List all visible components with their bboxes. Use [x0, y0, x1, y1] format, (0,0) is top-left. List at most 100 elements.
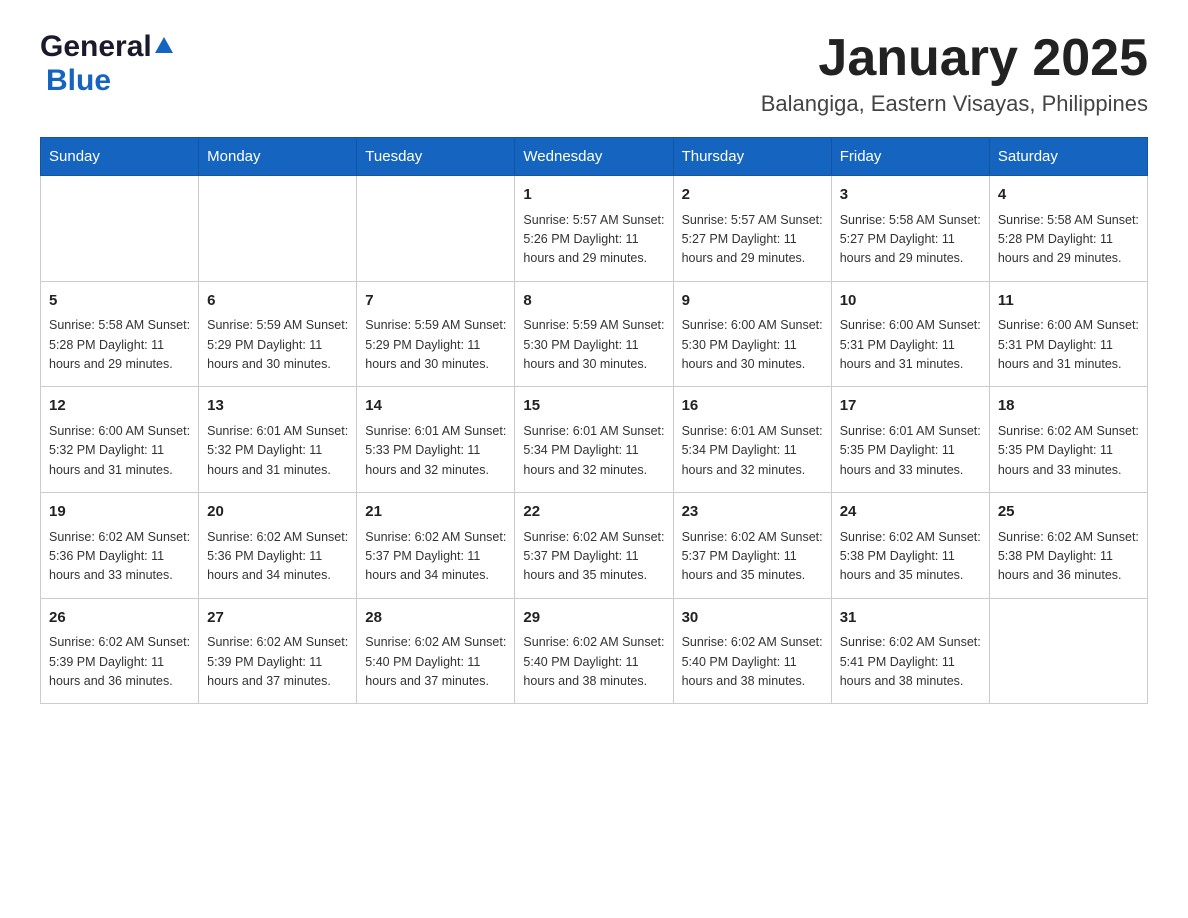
- location-title: Balangiga, Eastern Visayas, Philippines: [761, 91, 1148, 117]
- day-info: Sunrise: 5:57 AM Sunset: 5:27 PM Dayligh…: [682, 211, 823, 269]
- day-info: Sunrise: 6:00 AM Sunset: 5:31 PM Dayligh…: [998, 316, 1139, 374]
- calendar-day-header: Tuesday: [357, 138, 515, 176]
- day-number: 10: [840, 290, 981, 313]
- calendar-cell: 11 Sunrise: 6:00 AM Sunset: 5:31 PM Dayli…: [989, 281, 1147, 387]
- day-number: 13: [207, 395, 348, 418]
- day-number: 23: [682, 501, 823, 524]
- calendar-week-row: 1 Sunrise: 5:57 AM Sunset: 5:26 PM Daylig…: [41, 176, 1148, 282]
- calendar-day-header: Wednesday: [515, 138, 673, 176]
- calendar-day-header: Monday: [199, 138, 357, 176]
- month-title: January 2025: [761, 30, 1148, 87]
- day-info: Sunrise: 5:58 AM Sunset: 5:27 PM Dayligh…: [840, 211, 981, 269]
- calendar-cell: 12 Sunrise: 6:00 AM Sunset: 5:32 PM Dayli…: [41, 387, 199, 493]
- day-info: Sunrise: 5:58 AM Sunset: 5:28 PM Dayligh…: [49, 316, 190, 374]
- day-info: Sunrise: 5:58 AM Sunset: 5:28 PM Dayligh…: [998, 211, 1139, 269]
- day-info: Sunrise: 6:01 AM Sunset: 5:32 PM Dayligh…: [207, 422, 348, 480]
- calendar-cell: 19 Sunrise: 6:02 AM Sunset: 5:36 PM Dayli…: [41, 493, 199, 599]
- calendar-cell: 2 Sunrise: 5:57 AM Sunset: 5:27 PM Daylig…: [673, 176, 831, 282]
- day-number: 1: [523, 184, 664, 207]
- day-info: Sunrise: 6:02 AM Sunset: 5:36 PM Dayligh…: [49, 528, 190, 586]
- calendar-cell: 24Sunrise: 6:02 AM Sunset: 5:38 PM Dayli…: [831, 493, 989, 599]
- day-number: 31: [840, 607, 981, 630]
- day-info: Sunrise: 5:59 AM Sunset: 5:29 PM Dayligh…: [365, 316, 506, 374]
- calendar-cell: 7 Sunrise: 5:59 AM Sunset: 5:29 PM Daylig…: [357, 281, 515, 387]
- day-number: 11: [998, 290, 1139, 313]
- calendar-cell: [199, 176, 357, 282]
- calendar-cell: 28 Sunrise: 6:02 AM Sunset: 5:40 PM Dayli…: [357, 598, 515, 704]
- title-block: January 2025 Balangiga, Eastern Visayas,…: [761, 30, 1148, 117]
- day-info: Sunrise: 6:01 AM Sunset: 5:34 PM Dayligh…: [523, 422, 664, 480]
- day-number: 28: [365, 607, 506, 630]
- calendar-cell: 26 Sunrise: 6:02 AM Sunset: 5:39 PM Dayli…: [41, 598, 199, 704]
- day-info: Sunrise: 6:02 AM Sunset: 5:37 PM Dayligh…: [365, 528, 506, 586]
- day-number: 8: [523, 290, 664, 313]
- day-number: 22: [523, 501, 664, 524]
- day-number: 6: [207, 290, 348, 313]
- calendar-table: SundayMondayTuesdayWednesdayThursdayFrid…: [40, 137, 1148, 704]
- calendar-cell: 21 Sunrise: 6:02 AM Sunset: 5:37 PM Dayli…: [357, 493, 515, 599]
- day-info: Sunrise: 6:02 AM Sunset: 5:37 PM Dayligh…: [682, 528, 823, 586]
- day-number: 27: [207, 607, 348, 630]
- day-info: Sunrise: 6:00 AM Sunset: 5:31 PM Dayligh…: [840, 316, 981, 374]
- day-info: Sunrise: 6:02 AM Sunset: 5:40 PM Dayligh…: [523, 633, 664, 691]
- day-info: Sunrise: 6:02 AM Sunset: 5:38 PM Dayligh…: [840, 528, 981, 586]
- calendar-week-row: 26 Sunrise: 6:02 AM Sunset: 5:39 PM Dayli…: [41, 598, 1148, 704]
- calendar-cell: 27Sunrise: 6:02 AM Sunset: 5:39 PM Dayli…: [199, 598, 357, 704]
- calendar-cell: 4 Sunrise: 5:58 AM Sunset: 5:28 PM Daylig…: [989, 176, 1147, 282]
- calendar-cell: 1 Sunrise: 5:57 AM Sunset: 5:26 PM Daylig…: [515, 176, 673, 282]
- calendar-cell: 3Sunrise: 5:58 AM Sunset: 5:27 PM Daylig…: [831, 176, 989, 282]
- calendar-day-header: Friday: [831, 138, 989, 176]
- day-info: Sunrise: 6:02 AM Sunset: 5:36 PM Dayligh…: [207, 528, 348, 586]
- day-info: Sunrise: 6:02 AM Sunset: 5:40 PM Dayligh…: [682, 633, 823, 691]
- day-info: Sunrise: 6:01 AM Sunset: 5:34 PM Dayligh…: [682, 422, 823, 480]
- day-number: 30: [682, 607, 823, 630]
- logo-general-text: General: [40, 30, 152, 64]
- day-number: 4: [998, 184, 1139, 207]
- day-number: 16: [682, 395, 823, 418]
- logo: General Blue: [40, 30, 173, 98]
- calendar-week-row: 12 Sunrise: 6:00 AM Sunset: 5:32 PM Dayli…: [41, 387, 1148, 493]
- calendar-cell: 15 Sunrise: 6:01 AM Sunset: 5:34 PM Dayli…: [515, 387, 673, 493]
- day-number: 21: [365, 501, 506, 524]
- day-info: Sunrise: 5:59 AM Sunset: 5:30 PM Dayligh…: [523, 316, 664, 374]
- day-number: 26: [49, 607, 190, 630]
- calendar-cell: 22Sunrise: 6:02 AM Sunset: 5:37 PM Dayli…: [515, 493, 673, 599]
- logo-triangle: [155, 37, 173, 53]
- day-number: 17: [840, 395, 981, 418]
- day-number: 5: [49, 290, 190, 313]
- day-number: 14: [365, 395, 506, 418]
- calendar-cell: 9Sunrise: 6:00 AM Sunset: 5:30 PM Daylig…: [673, 281, 831, 387]
- calendar-cell: 10 Sunrise: 6:00 AM Sunset: 5:31 PM Dayli…: [831, 281, 989, 387]
- day-info: Sunrise: 6:02 AM Sunset: 5:41 PM Dayligh…: [840, 633, 981, 691]
- day-info: Sunrise: 6:00 AM Sunset: 5:32 PM Dayligh…: [49, 422, 190, 480]
- day-info: Sunrise: 6:01 AM Sunset: 5:33 PM Dayligh…: [365, 422, 506, 480]
- page-header: General Blue January 2025 Balangiga, Eas…: [40, 30, 1148, 117]
- calendar-cell: 17Sunrise: 6:01 AM Sunset: 5:35 PM Dayli…: [831, 387, 989, 493]
- logo-blue-text: Blue: [46, 64, 111, 97]
- day-number: 29: [523, 607, 664, 630]
- calendar-cell: 23 Sunrise: 6:02 AM Sunset: 5:37 PM Dayli…: [673, 493, 831, 599]
- day-number: 12: [49, 395, 190, 418]
- calendar-day-header: Sunday: [41, 138, 199, 176]
- calendar-cell: 5 Sunrise: 5:58 AM Sunset: 5:28 PM Daylig…: [41, 281, 199, 387]
- day-number: 9: [682, 290, 823, 313]
- calendar-cell: 31 Sunrise: 6:02 AM Sunset: 5:41 PM Dayli…: [831, 598, 989, 704]
- day-info: Sunrise: 6:02 AM Sunset: 5:38 PM Dayligh…: [998, 528, 1139, 586]
- day-info: Sunrise: 6:02 AM Sunset: 5:40 PM Dayligh…: [365, 633, 506, 691]
- calendar-cell: 16 Sunrise: 6:01 AM Sunset: 5:34 PM Dayli…: [673, 387, 831, 493]
- calendar-cell: 6 Sunrise: 5:59 AM Sunset: 5:29 PM Daylig…: [199, 281, 357, 387]
- calendar-cell: 30 Sunrise: 6:02 AM Sunset: 5:40 PM Dayli…: [673, 598, 831, 704]
- calendar-cell: 8 Sunrise: 5:59 AM Sunset: 5:30 PM Daylig…: [515, 281, 673, 387]
- day-number: 2: [682, 184, 823, 207]
- calendar-week-row: 19 Sunrise: 6:02 AM Sunset: 5:36 PM Dayli…: [41, 493, 1148, 599]
- day-info: Sunrise: 5:57 AM Sunset: 5:26 PM Dayligh…: [523, 211, 664, 269]
- day-info: Sunrise: 6:02 AM Sunset: 5:39 PM Dayligh…: [49, 633, 190, 691]
- calendar-cell: 20Sunrise: 6:02 AM Sunset: 5:36 PM Dayli…: [199, 493, 357, 599]
- calendar-cell: 14 Sunrise: 6:01 AM Sunset: 5:33 PM Dayli…: [357, 387, 515, 493]
- day-number: 19: [49, 501, 190, 524]
- day-info: Sunrise: 5:59 AM Sunset: 5:29 PM Dayligh…: [207, 316, 348, 374]
- calendar-cell: [357, 176, 515, 282]
- day-number: 15: [523, 395, 664, 418]
- day-number: 7: [365, 290, 506, 313]
- calendar-cell: [989, 598, 1147, 704]
